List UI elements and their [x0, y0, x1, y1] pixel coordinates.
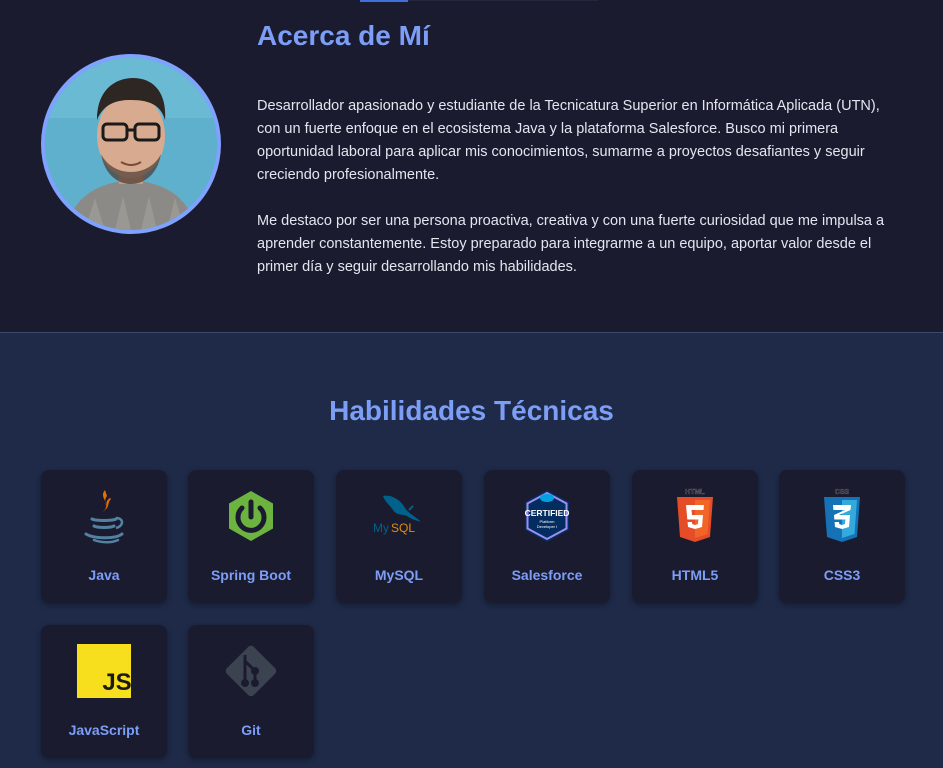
skill-label: Salesforce — [511, 567, 583, 583]
spring-boot-icon — [221, 486, 281, 546]
java-icon — [74, 486, 134, 546]
about-title: Acerca de Mí — [257, 20, 430, 51]
about-paragraph-2: Me destaco por ser una persona proactiva… — [257, 213, 885, 275]
css3-icon: CSS — [812, 486, 872, 546]
svg-text:Developer I: Developer I — [537, 524, 557, 529]
svg-text:SQL: SQL — [391, 521, 415, 535]
skill-card-spring-boot[interactable]: Spring Boot — [188, 470, 314, 603]
profile-photo-icon — [45, 58, 217, 230]
skill-label: HTML5 — [671, 567, 719, 583]
mysql-icon: My SQL . — [369, 486, 429, 546]
about-section: Acerca de Mí Desarrollador apasionado y … — [0, 0, 943, 332]
skill-card-javascript[interactable]: JS JavaScript — [41, 625, 167, 758]
svg-text:My: My — [373, 521, 389, 535]
skill-label: Git — [241, 722, 261, 738]
html5-icon: HTML — [665, 486, 725, 546]
skill-card-mysql[interactable]: My SQL . MySQL — [336, 470, 462, 603]
skill-card-html5[interactable]: HTML HTML5 — [632, 470, 758, 603]
svg-text:CERTIFIED: CERTIFIED — [525, 508, 570, 518]
skill-label: Spring Boot — [210, 567, 292, 583]
nav-divider — [408, 0, 598, 1]
skills-title: Habilidades Técnicas — [329, 395, 614, 426]
skill-card-css3[interactable]: CSS CSS3 — [779, 470, 905, 603]
skill-label: JavaScript — [68, 722, 140, 738]
svg-text:HTML: HTML — [685, 489, 705, 496]
profile-avatar — [41, 54, 221, 234]
nav-active-indicator — [360, 0, 408, 2]
svg-text:JS: JS — [102, 669, 131, 696]
skills-section: Habilidades Técnicas Java Spring Boot My… — [0, 333, 943, 768]
git-icon — [221, 641, 281, 701]
skill-label: MySQL — [374, 567, 424, 583]
about-paragraph-1: Desarrollador apasionado y estudiante de… — [257, 98, 880, 183]
skill-card-git[interactable]: Git — [188, 625, 314, 758]
javascript-icon: JS — [74, 641, 134, 701]
salesforce-certified-icon: CERTIFIED Platform Developer I — [517, 486, 577, 546]
skill-card-java[interactable]: Java — [41, 470, 167, 603]
svg-text:.: . — [417, 528, 418, 534]
skill-card-salesforce[interactable]: CERTIFIED Platform Developer I Salesforc… — [484, 470, 610, 603]
skill-label: Java — [88, 567, 120, 583]
svg-text:CSS: CSS — [835, 489, 850, 496]
skill-label: CSS3 — [823, 567, 861, 583]
